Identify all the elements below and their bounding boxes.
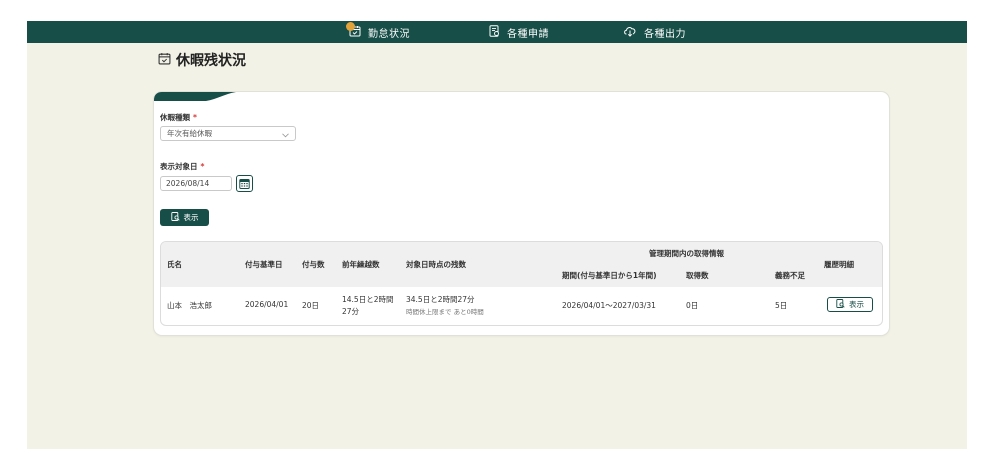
card-header-tab: [154, 92, 236, 101]
show-button-label: 表示: [183, 213, 199, 222]
required-mark: *: [193, 113, 197, 122]
target-date-label: 表示対象日 *: [160, 162, 205, 171]
leave-balance-table: 氏名 付与基準日 付与数 前年繰越数 対象日時点の残数 管理期間内の取得情報 期…: [160, 241, 883, 326]
nav-exports[interactable]: 各種出力: [623, 21, 686, 43]
header-grant-count: 付与数: [302, 260, 325, 269]
document-icon: [489, 24, 507, 40]
cell-grant-count: 20日: [302, 301, 320, 310]
date-picker-button[interactable]: [236, 175, 253, 192]
cell-carryover-line1: 14.5日と2時間: [342, 295, 394, 304]
header-name: 氏名: [167, 260, 182, 269]
cell-carryover-line2: 27分: [342, 307, 360, 316]
header-acquired: 取得数: [686, 271, 709, 280]
search-document-icon: [836, 299, 849, 310]
nav-label: 各種出力: [644, 28, 686, 40]
search-document-icon: [170, 212, 184, 223]
table-header: 氏名 付与基準日 付与数 前年繰越数 対象日時点の残数 管理期間内の取得情報 期…: [161, 242, 882, 287]
cell-remaining-note: 時間休上限まで あと0時間: [406, 308, 484, 316]
calendar-icon: [158, 52, 176, 69]
target-date-input[interactable]: [160, 176, 232, 191]
chevron-down-icon: [282, 131, 289, 140]
leave-balance-card: 休暇種類* 年次有給休暇 表示対象日* 表示 氏名 付与基準日: [154, 92, 889, 335]
nav-applications[interactable]: 各種申請: [489, 21, 549, 43]
page-title-text: 休暇残状況: [176, 53, 246, 69]
header-shortfall: 義務不足: [775, 271, 805, 280]
header-history: 履歴明細: [824, 260, 854, 269]
cell-period: 2026/04/01〜2027/03/31: [562, 301, 656, 310]
cell-grant-base-date: 2026/04/01: [245, 300, 289, 309]
nav-label: 勤怠状況: [368, 28, 410, 40]
cell-shortfall: 5日: [775, 301, 788, 310]
header-carryover: 前年繰越数: [342, 260, 380, 269]
header-period: 期間(付与基準日から1年間): [562, 271, 657, 280]
app-window: 勤怠状況 各種申請 各種出力 休暇残状況 休暇種類 * 年次有給休暇 表示対象日…: [27, 21, 967, 449]
leave-type-value: 年次有給休暇: [167, 129, 212, 138]
nav-attendance-status[interactable]: 勤怠状況: [346, 21, 410, 43]
leave-type-select[interactable]: 年次有給休暇: [160, 126, 296, 141]
calendar-icon: [346, 21, 368, 40]
nav-label: 各種申請: [507, 28, 549, 40]
header-grant-base-date: 付与基準日: [245, 260, 283, 269]
header-group: 管理期間内の取得情報: [649, 249, 724, 258]
cell-remaining: 34.5日と2時間27分: [406, 295, 475, 304]
cloud-download-icon: [623, 25, 644, 40]
show-button[interactable]: 表示: [160, 209, 209, 226]
required-mark: *: [200, 162, 205, 171]
header-remaining: 対象日時点の残数: [406, 260, 466, 269]
leave-type-label: 休暇種類 *: [160, 113, 197, 122]
notification-dot: [346, 21, 355, 31]
history-show-button[interactable]: 表示: [827, 297, 873, 312]
calendar-icon: [239, 174, 250, 193]
top-navigation-bar: 勤怠状況 各種申請 各種出力: [27, 21, 967, 43]
cell-acquired: 0日: [686, 301, 699, 310]
cell-name: 山本 浩太郎: [167, 301, 212, 310]
page-title: 休暇残状況: [158, 51, 246, 69]
history-show-label: 表示: [849, 300, 864, 309]
